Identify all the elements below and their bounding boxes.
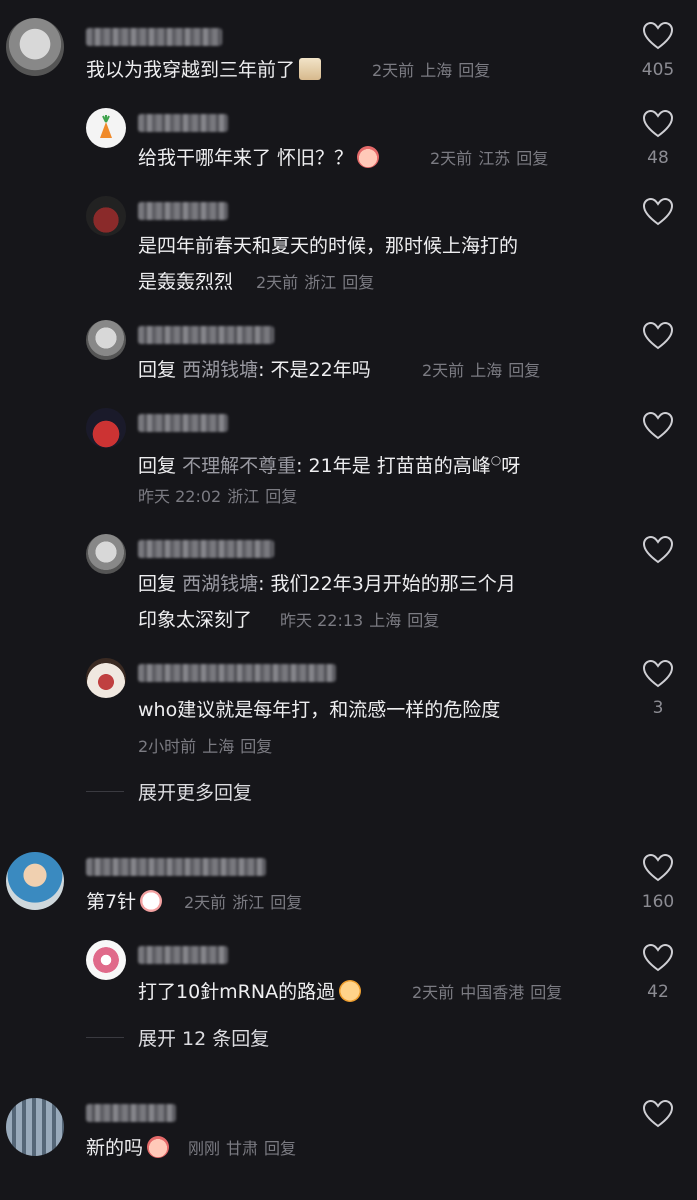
crying-emoji-icon xyxy=(339,980,362,1002)
face-emoji-icon xyxy=(147,1136,170,1158)
comment-text: 我以为我穿越到三年前了 xyxy=(86,56,322,84)
reply-text: 回复 不理解不尊重: 21年是 打苗苗的高峰○呀 xyxy=(138,453,521,477)
avatar[interactable] xyxy=(86,196,126,236)
reply-text: 是四年前春天和夏天的时候，那时候上海打的 xyxy=(138,235,519,257)
avatar[interactable] xyxy=(6,852,64,910)
comment-meta: 2天前 浙江 回复 xyxy=(184,893,303,912)
reply-meta: 2天前 浙江 回复 xyxy=(256,273,375,292)
username-blurred[interactable] xyxy=(138,946,228,964)
like-heart-icon[interactable] xyxy=(643,322,673,350)
avatar[interactable] xyxy=(86,320,126,360)
like-heart-icon[interactable] xyxy=(643,110,673,138)
reply-button[interactable]: 回复 xyxy=(264,1139,296,1158)
username-blurred[interactable] xyxy=(138,664,336,682)
username-blurred[interactable] xyxy=(138,202,228,220)
like-heart-icon[interactable] xyxy=(643,198,673,226)
avatar[interactable] xyxy=(86,108,126,148)
reply-meta: 2小时前 上海 回复 xyxy=(138,737,273,756)
comment-meta: 刚刚 甘肃 回复 xyxy=(188,1139,297,1158)
comment-text: 第7针 xyxy=(86,888,163,916)
username-blurred[interactable] xyxy=(138,414,228,432)
reply-button[interactable]: 回复 xyxy=(458,61,490,80)
like-heart-icon[interactable] xyxy=(643,1100,673,1128)
search-icon[interactable]: ○ xyxy=(491,453,501,467)
expand-divider xyxy=(86,791,124,792)
reply-meta: 昨天 22:02 浙江 回复 xyxy=(138,487,298,506)
avatar[interactable] xyxy=(86,940,126,980)
scream-emoji-icon xyxy=(140,890,163,912)
reply-text: 回复 西湖钱塘: 不是22年吗 xyxy=(138,359,371,381)
mention-link[interactable]: 西湖钱塘 xyxy=(182,359,258,381)
expand-divider xyxy=(86,1037,124,1038)
comment-text: 新的吗 xyxy=(86,1134,170,1162)
avatar[interactable] xyxy=(86,658,126,698)
mention-link[interactable]: 西湖钱塘 xyxy=(182,573,258,595)
expand-replies-button[interactable]: 展开更多回复 xyxy=(138,778,252,805)
username-blurred[interactable] xyxy=(86,858,266,876)
like-heart-icon[interactable] xyxy=(643,22,673,50)
reply-button[interactable]: 回复 xyxy=(516,149,548,168)
reply-text-line2: 印象太深刻了 xyxy=(138,609,253,631)
mention-link[interactable]: 不理解不尊重 xyxy=(182,455,296,477)
reply-meta: 昨天 22:13 上海 回复 xyxy=(280,611,440,630)
reply-text: 给我干哪年来了 怀旧？？ xyxy=(138,144,380,172)
sticker-emoji-icon xyxy=(299,58,322,80)
like-count: 48 xyxy=(647,148,669,168)
like-heart-icon[interactable] xyxy=(643,660,673,688)
reply-button[interactable]: 回复 xyxy=(240,737,272,756)
avatar[interactable] xyxy=(86,408,126,448)
avatar[interactable] xyxy=(6,18,64,76)
reply-button[interactable]: 回复 xyxy=(530,983,562,1002)
like-count: 405 xyxy=(641,60,675,80)
reply-text: who建议就是每年打，和流感一样的危险度 xyxy=(138,699,501,721)
username-blurred[interactable] xyxy=(86,28,222,46)
like-heart-icon[interactable] xyxy=(643,412,673,440)
avatar[interactable] xyxy=(6,1098,64,1156)
carrot-icon xyxy=(100,115,112,138)
like-count: 3 xyxy=(652,698,664,718)
username-blurred[interactable] xyxy=(138,114,228,132)
like-count: 160 xyxy=(641,892,675,912)
reply-button[interactable]: 回复 xyxy=(508,361,540,380)
like-heart-icon[interactable] xyxy=(643,854,673,882)
face-emoji-icon xyxy=(357,146,380,168)
like-count: 42 xyxy=(647,982,669,1002)
comment-meta: 2天前 上海 回复 xyxy=(372,61,491,80)
expand-replies-button[interactable]: 展开 12 条回复 xyxy=(138,1024,269,1051)
reply-meta: 2天前 江苏 回复 xyxy=(430,149,549,168)
reply-meta: 2天前 上海 回复 xyxy=(422,361,541,380)
reply-text: 回复 西湖钱塘: 我们22年3月开始的那三个月 xyxy=(138,573,516,595)
reply-text: 打了10針mRNA的路過 xyxy=(138,978,362,1006)
like-heart-icon[interactable] xyxy=(643,944,673,972)
reply-text-line2: 是轰轰烈烈 xyxy=(138,271,234,293)
username-blurred[interactable] xyxy=(138,540,274,558)
username-blurred[interactable] xyxy=(86,1104,176,1122)
reply-button[interactable]: 回复 xyxy=(270,893,302,912)
like-heart-icon[interactable] xyxy=(643,536,673,564)
avatar[interactable] xyxy=(86,534,126,574)
reply-button[interactable]: 回复 xyxy=(407,611,439,630)
username-blurred[interactable] xyxy=(138,326,274,344)
reply-button[interactable]: 回复 xyxy=(342,273,374,292)
reply-button[interactable]: 回复 xyxy=(265,487,297,506)
reply-meta: 2天前 中国香港 回复 xyxy=(412,983,563,1002)
